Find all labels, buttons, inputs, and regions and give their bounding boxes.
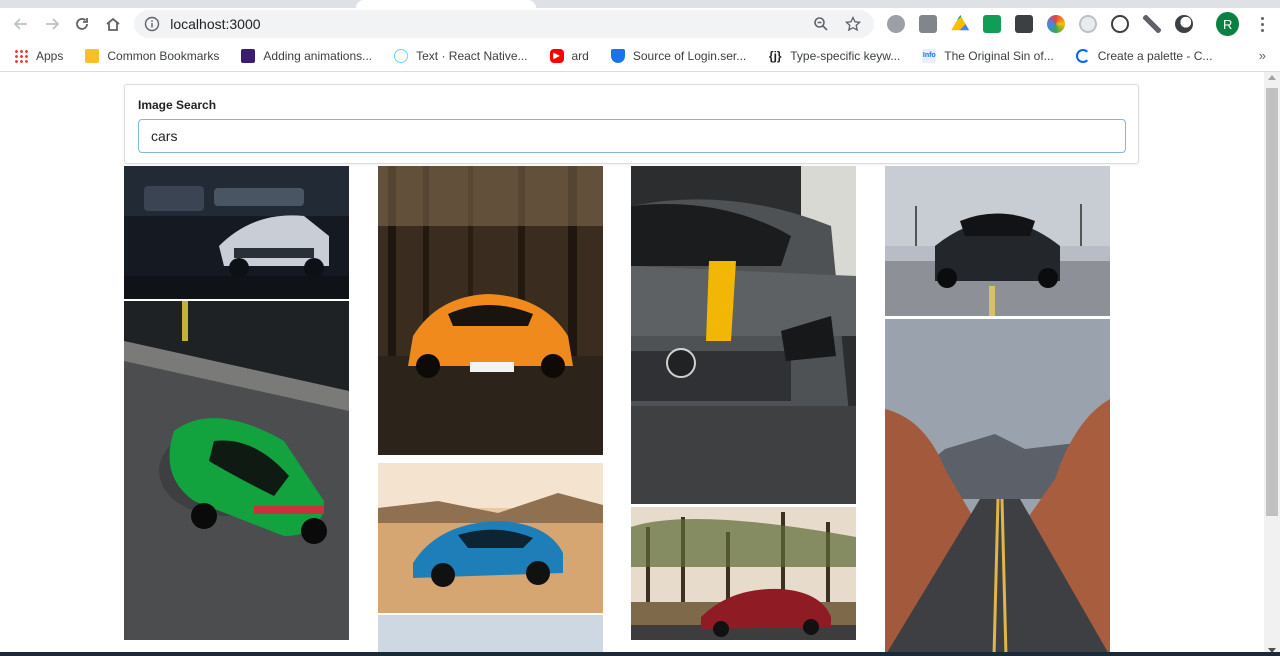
white-sports-car-garage-image[interactable] bbox=[124, 166, 349, 299]
bookmark-label: Adding animations... bbox=[263, 48, 373, 63]
page-scrollbar[interactable] bbox=[1264, 72, 1280, 656]
google-drive-icon[interactable] bbox=[951, 15, 970, 31]
partial-sky-image[interactable] bbox=[378, 615, 603, 656]
bookmark-create-palette[interactable]: Create a palette - C... bbox=[1075, 48, 1213, 63]
bookmark-favicon bbox=[241, 48, 256, 63]
browser-toolbar: localhost:3000 R bbox=[0, 8, 1280, 40]
sheets-extension-icon[interactable] bbox=[983, 15, 1002, 33]
black-mustang-front-image[interactable] bbox=[885, 166, 1110, 316]
infoq-icon: Info bbox=[922, 48, 937, 63]
color-picker-icon[interactable] bbox=[1047, 15, 1066, 33]
bookmark-apps[interactable]: Apps bbox=[14, 48, 64, 63]
os-taskbar bbox=[0, 652, 1280, 656]
search-card: Image Search bbox=[124, 84, 1139, 164]
forward-button[interactable] bbox=[39, 10, 66, 38]
youtube-icon: ▶ bbox=[549, 48, 564, 63]
shield-icon bbox=[610, 48, 625, 63]
reload-button[interactable] bbox=[69, 10, 96, 38]
extensions-row bbox=[880, 15, 1200, 33]
menu-icon[interactable] bbox=[1253, 16, 1272, 32]
coolors-icon bbox=[1075, 48, 1090, 63]
home-icon bbox=[106, 17, 120, 31]
bookmark-common-bookmarks[interactable]: Common Bookmarks bbox=[85, 48, 220, 63]
bookmark-label: Common Bookmarks bbox=[107, 48, 220, 63]
copy-extension-icon[interactable] bbox=[919, 15, 938, 33]
search-label: Image Search bbox=[138, 98, 217, 112]
mercedes-yellow-stripe-image[interactable] bbox=[631, 166, 856, 504]
bookmark-label: The Original Sin of... bbox=[944, 48, 1054, 63]
bookmark-react-native[interactable]: Text · React Native... bbox=[394, 48, 528, 63]
red-amg-gt-trees-image[interactable] bbox=[631, 507, 856, 640]
folder-icon bbox=[85, 48, 100, 63]
reload-icon bbox=[76, 18, 89, 30]
scrollbar-thumb[interactable] bbox=[1266, 88, 1278, 516]
react-icon bbox=[394, 48, 409, 63]
scroll-up-icon[interactable] bbox=[1268, 75, 1276, 80]
star-icon[interactable] bbox=[842, 13, 864, 35]
bookmark-label: Create a palette - C... bbox=[1097, 48, 1213, 63]
tab-strip bbox=[0, 0, 1280, 8]
timer-extension-icon[interactable] bbox=[1079, 15, 1098, 33]
arrow-left-icon bbox=[14, 18, 28, 30]
green-mustang-top-view-image[interactable] bbox=[124, 301, 349, 640]
page-viewport: Image Search bbox=[0, 72, 1280, 656]
eyedropper-icon[interactable] bbox=[1143, 15, 1162, 33]
bookmark-source-login[interactable]: Source of Login.ser... bbox=[610, 48, 747, 63]
bookmark-label: ard bbox=[571, 48, 589, 63]
desert-road-canyon-image[interactable] bbox=[885, 319, 1110, 656]
home-button[interactable] bbox=[100, 10, 127, 38]
drive-upload-icon[interactable] bbox=[887, 15, 906, 33]
bookmark-label: Text · React Native... bbox=[416, 48, 528, 63]
bookmark-label: Source of Login.ser... bbox=[632, 48, 747, 63]
back-button[interactable] bbox=[8, 10, 35, 38]
bookmark-label: Type-specific keyw... bbox=[790, 48, 901, 63]
info-icon[interactable] bbox=[144, 16, 160, 32]
json-icon: {j} bbox=[768, 48, 782, 63]
camera-extension-icon[interactable] bbox=[1015, 15, 1034, 33]
bookmark-ard[interactable]: ▶ ard bbox=[549, 48, 589, 63]
bookmarks-bar: Apps Common Bookmarks Adding animations.… bbox=[0, 40, 1280, 72]
url-text[interactable]: localhost:3000 bbox=[170, 16, 800, 32]
bookmark-original-sin[interactable]: Info The Original Sin of... bbox=[922, 48, 1054, 63]
bookmark-type-specific[interactable]: {j} Type-specific keyw... bbox=[768, 49, 900, 63]
bookmark-adding-animations[interactable]: Adding animations... bbox=[241, 48, 373, 63]
search-input[interactable] bbox=[138, 119, 1126, 153]
arrow-right-icon bbox=[45, 18, 60, 30]
profile-avatar[interactable]: R bbox=[1216, 12, 1240, 36]
chevron-right-icon[interactable]: » bbox=[1259, 48, 1266, 63]
active-tab[interactable] bbox=[356, 0, 536, 8]
apps-grid-icon bbox=[14, 48, 28, 63]
orange-lamborghini-forest-image[interactable] bbox=[378, 166, 603, 455]
zoom-icon[interactable] bbox=[810, 13, 832, 35]
dark-mode-icon[interactable] bbox=[1175, 15, 1194, 33]
address-bar[interactable]: localhost:3000 bbox=[134, 10, 875, 38]
bookmark-label: Apps bbox=[36, 48, 64, 63]
code-extension-icon[interactable] bbox=[1111, 15, 1130, 33]
blue-camaro-desert-image[interactable] bbox=[378, 463, 603, 613]
